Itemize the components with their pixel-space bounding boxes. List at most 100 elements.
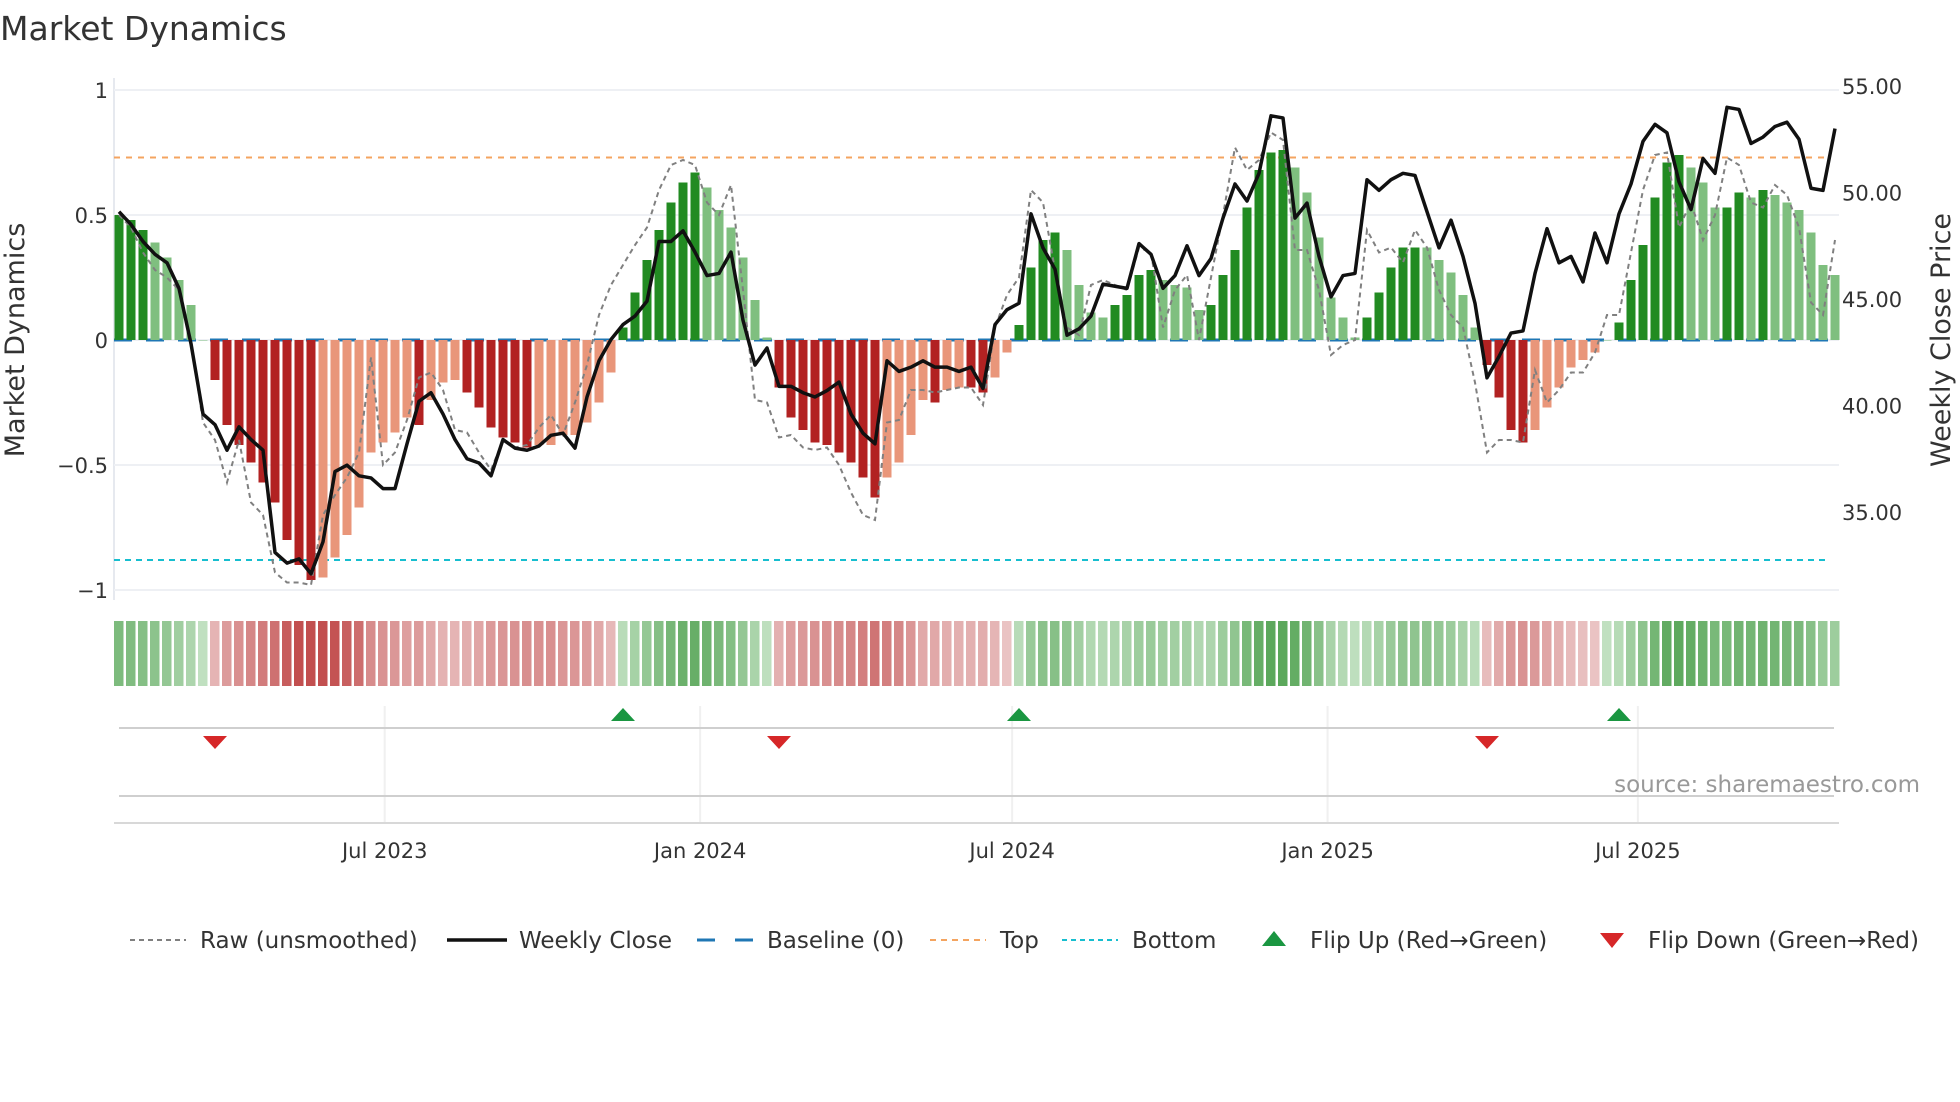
dynamics-bar: [270, 340, 280, 503]
heat-cell: [1410, 621, 1420, 686]
legend-label: Raw (unsmoothed): [200, 928, 418, 954]
heat-cell: [1542, 621, 1552, 686]
dynamics-bar: [1122, 295, 1132, 340]
heat-cell: [942, 621, 952, 686]
heat-cell: [1374, 621, 1384, 686]
dynamics-bar: [1734, 192, 1744, 340]
x-tick-label: Jan 2025: [1279, 839, 1374, 863]
flip-markers-panel: [114, 706, 1839, 824]
dynamics-bar: [474, 340, 484, 408]
heat-cell: [738, 621, 748, 686]
dynamics-bar: [750, 300, 760, 340]
heat-cell: [1110, 621, 1120, 686]
heat-cell: [1290, 621, 1300, 686]
heat-cell: [522, 621, 532, 686]
dynamics-bar: [786, 340, 796, 418]
right-axis-title: Weekly Close Price: [1926, 213, 1957, 467]
heat-cell: [150, 621, 160, 686]
heat-cell: [1062, 621, 1072, 686]
y-tick-label: −1: [77, 579, 108, 603]
dynamics-bar: [522, 340, 532, 448]
heat-cell: [1254, 621, 1264, 686]
heat-cell: [1362, 621, 1372, 686]
legend-item-top: Top: [930, 928, 1039, 954]
heat-cell: [1050, 621, 1060, 686]
heat-cell: [582, 621, 592, 686]
heat-cell: [342, 621, 352, 686]
raw-line: [118, 131, 1836, 587]
heat-cell: [594, 621, 604, 686]
legend-item-raw: Raw (unsmoothed): [130, 928, 418, 954]
legend-label: Baseline (0): [767, 928, 904, 954]
dynamics-bar: [954, 340, 964, 388]
heat-cell: [1122, 621, 1132, 686]
heat-cell: [1026, 621, 1036, 686]
dynamics-bar: [1362, 317, 1372, 340]
heat-cell: [246, 621, 256, 686]
left-axis-title: Market Dynamics: [0, 223, 31, 458]
heat-cell: [798, 621, 808, 686]
heat-cell: [126, 621, 136, 686]
heat-cell: [438, 621, 448, 686]
heat-cell: [1710, 621, 1720, 686]
heat-cell: [210, 621, 220, 686]
y2-tick-label: 40.00: [1842, 395, 1902, 419]
dynamics-bar: [1758, 190, 1768, 340]
dynamics-bar: [1506, 340, 1516, 430]
heat-cell: [1398, 621, 1408, 686]
dynamics-bar: [1278, 150, 1288, 340]
dynamics-bar: [558, 340, 568, 435]
dynamics-bar: [222, 340, 232, 425]
dynamics-bar: [390, 340, 400, 433]
heat-cell: [1146, 621, 1156, 686]
dynamics-bar: [1026, 267, 1036, 340]
heat-cell: [558, 621, 568, 686]
heat-cell: [1602, 621, 1612, 686]
dynamics-bar: [1098, 317, 1108, 340]
x-tick-label: Jul 2024: [967, 839, 1054, 863]
dynamics-bar: [1818, 265, 1828, 340]
heat-cell: [534, 621, 544, 686]
dynamics-bar: [1710, 207, 1720, 340]
heat-cell: [1830, 621, 1840, 686]
dynamics-bar: [1614, 322, 1624, 340]
heat-cell: [1674, 621, 1684, 686]
dynamics-bar: [810, 340, 820, 443]
dynamics-bar: [1650, 197, 1660, 340]
dynamics-bar: [1830, 275, 1840, 340]
heat-cell: [1182, 621, 1192, 686]
y-tick-label: 0.5: [75, 204, 108, 228]
heat-cell: [1242, 621, 1252, 686]
heat-cell: [1434, 621, 1444, 686]
right-axis-ticks: 55.00 50.00 45.00 40.00 35.00: [1842, 75, 1902, 525]
heat-cell: [1002, 621, 1012, 686]
dynamics-bar: [114, 215, 124, 340]
dynamics-bar: [1254, 170, 1264, 340]
heat-cell: [1746, 621, 1756, 686]
flip-up-marker: [1007, 708, 1031, 721]
y-tick-label: −0.5: [57, 454, 108, 478]
dynamics-bar: [834, 340, 844, 453]
heat-cell: [1446, 621, 1456, 686]
heat-cell: [366, 621, 376, 686]
heat-cell: [678, 621, 688, 686]
dynamics-bar: [966, 340, 976, 388]
heat-cell: [294, 621, 304, 686]
heat-cell: [1482, 621, 1492, 686]
heat-cell: [786, 621, 796, 686]
flip-down-marker: [1475, 736, 1499, 749]
heat-cell: [726, 621, 736, 686]
dynamics-bar: [498, 340, 508, 438]
heat-cell: [1650, 621, 1660, 686]
heat-cell: [1302, 621, 1312, 686]
heat-cell: [270, 621, 280, 686]
legend-label: Weekly Close: [519, 928, 672, 954]
heat-cell: [618, 621, 628, 686]
heat-cell: [702, 621, 712, 686]
x-tick-label: Jul 2023: [340, 839, 427, 863]
dynamics-bar: [1770, 195, 1780, 340]
dynamics-bar: [1542, 340, 1552, 408]
dynamics-bar: [798, 340, 808, 430]
dynamics-bar: [306, 340, 316, 580]
dynamics-bar: [1410, 247, 1420, 340]
